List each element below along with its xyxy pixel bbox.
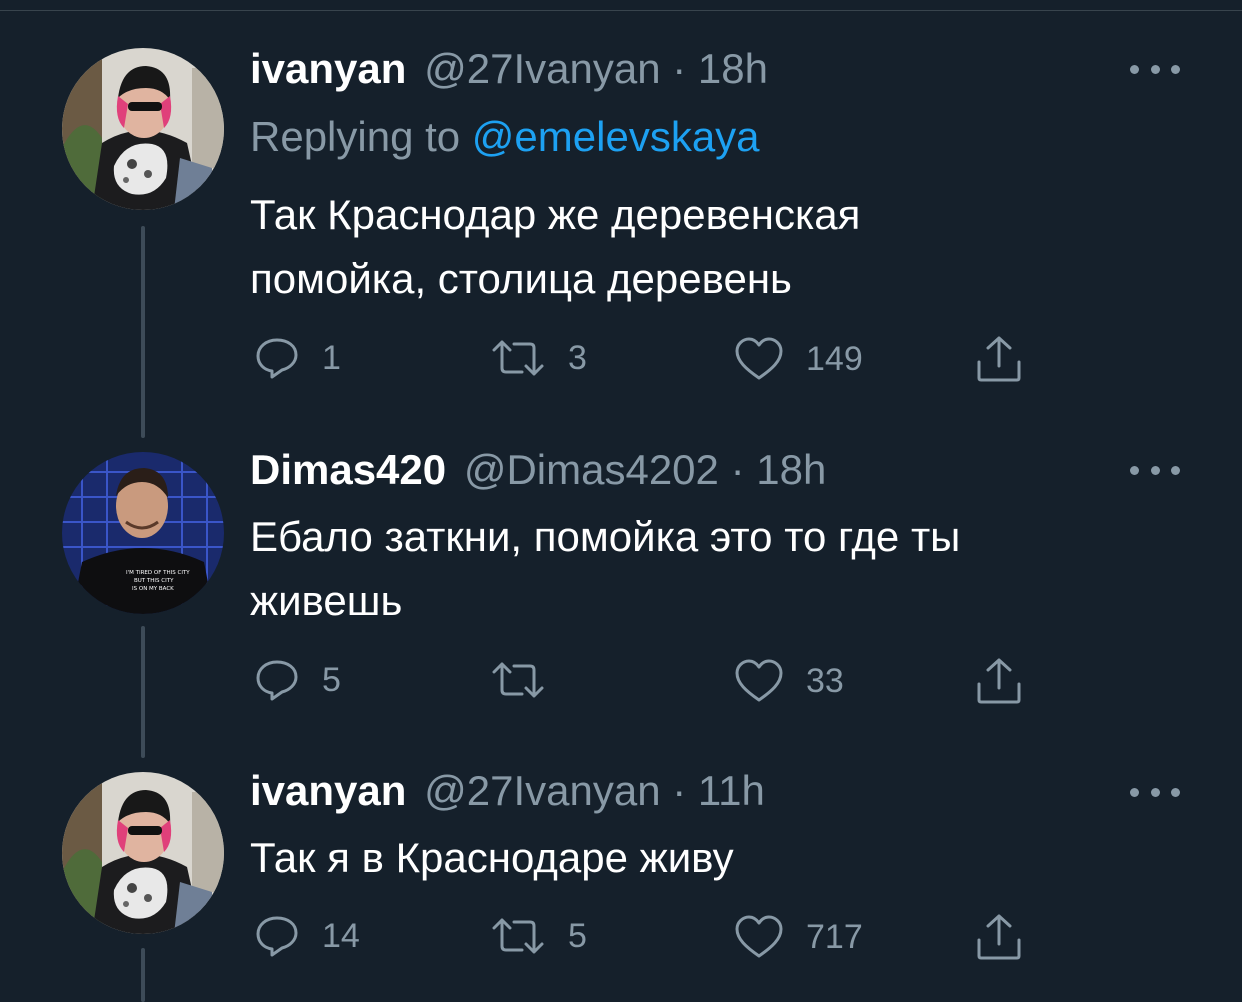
reply-icon [256, 660, 298, 701]
retweet-button[interactable]: 5 [490, 916, 587, 956]
tweet[interactable]: I'M TIRED OF THIS CITY BUT THIS CITY IS … [0, 420, 1242, 750]
retweet-count: 5 [568, 916, 587, 955]
retweet-button[interactable]: 3 [490, 338, 587, 378]
timestamp[interactable]: 18h [756, 446, 826, 493]
avatar[interactable]: I'M TIRED OF THIS CITY BUT THIS CITY IS … [62, 452, 224, 614]
more-dots-icon[interactable] [1130, 458, 1180, 482]
like-button[interactable]: 149 [734, 336, 863, 382]
replying-to: Replying to @emelevskaya [250, 112, 760, 162]
avatar[interactable] [62, 48, 224, 210]
separator-dot: · [672, 767, 687, 814]
tweet[interactable]: ivanyan @27Ivanyan · 18h Replying to @em… [0, 0, 1242, 420]
like-count: 149 [806, 339, 863, 378]
reply-count: 14 [322, 916, 360, 955]
heart-icon [735, 659, 783, 702]
mention-link[interactable]: @emelevskaya [472, 113, 760, 160]
handle[interactable]: @27Ivanyan [424, 45, 660, 92]
timestamp[interactable]: 18h [698, 45, 768, 92]
share-button[interactable] [975, 334, 1023, 384]
avatar-photo [62, 48, 224, 210]
share-icon [977, 914, 1021, 960]
like-button[interactable]: 717 [734, 914, 863, 960]
display-name[interactable]: ivanyan [250, 45, 406, 92]
tweet-header: Dimas420 @Dimas4202 · 18h [250, 445, 826, 495]
replying-to-label: Replying to [250, 113, 461, 160]
like-count: 717 [806, 917, 863, 956]
retweet-icon [492, 340, 544, 376]
separator-dot: · [730, 446, 745, 493]
display-name[interactable]: Dimas420 [250, 446, 446, 493]
retweet-button[interactable] [490, 660, 568, 700]
tweet-text: Так я в Краснодаре живу [250, 834, 734, 881]
share-icon [977, 336, 1021, 382]
reply-icon [256, 338, 298, 379]
tweet-header: ivanyan @27Ivanyan · 18h [250, 44, 768, 94]
reply-count: 5 [322, 660, 341, 699]
tweet-header: ivanyan @27Ivanyan · 11h [250, 766, 765, 816]
avatar[interactable] [62, 772, 224, 934]
retweet-icon [492, 662, 544, 698]
svg-text:BUT THIS CITY: BUT THIS CITY [134, 578, 174, 584]
share-button[interactable] [975, 912, 1023, 962]
reply-button[interactable]: 5 [254, 658, 341, 702]
more-dots-icon[interactable] [1130, 780, 1180, 804]
svg-text:I'M TIRED OF THIS CITY: I'M TIRED OF THIS CITY [126, 570, 190, 576]
heart-icon [735, 337, 783, 380]
like-count: 33 [806, 661, 844, 700]
heart-icon [735, 915, 783, 958]
tweet-text: Так Краснодар же деревенская помойка, ст… [250, 191, 861, 302]
tweet-text: Ебало заткни, помойка это то где ты живе… [250, 513, 961, 624]
retweet-icon [492, 918, 544, 954]
avatar-photo [62, 772, 224, 934]
handle[interactable]: @Dimas4202 [464, 446, 719, 493]
reply-count: 1 [322, 338, 341, 377]
share-icon [977, 658, 1021, 704]
retweet-count: 3 [568, 338, 587, 377]
reply-button[interactable]: 14 [254, 914, 360, 958]
like-button[interactable]: 33 [734, 658, 844, 704]
handle[interactable]: @27Ivanyan [424, 767, 660, 814]
display-name[interactable]: ivanyan [250, 767, 406, 814]
avatar-photo: I'M TIRED OF THIS CITY BUT THIS CITY IS … [62, 452, 224, 614]
more-dots-icon[interactable] [1130, 57, 1180, 81]
share-button[interactable] [975, 656, 1023, 706]
timestamp[interactable]: 11h [698, 767, 765, 814]
reply-button[interactable]: 1 [254, 336, 341, 380]
separator-dot: · [672, 45, 687, 92]
tweet[interactable]: ivanyan @27Ivanyan · 11h Так я в Краснод… [0, 750, 1242, 1002]
reply-icon [256, 916, 298, 957]
svg-text:IS ON MY BACK: IS ON MY BACK [132, 586, 174, 592]
